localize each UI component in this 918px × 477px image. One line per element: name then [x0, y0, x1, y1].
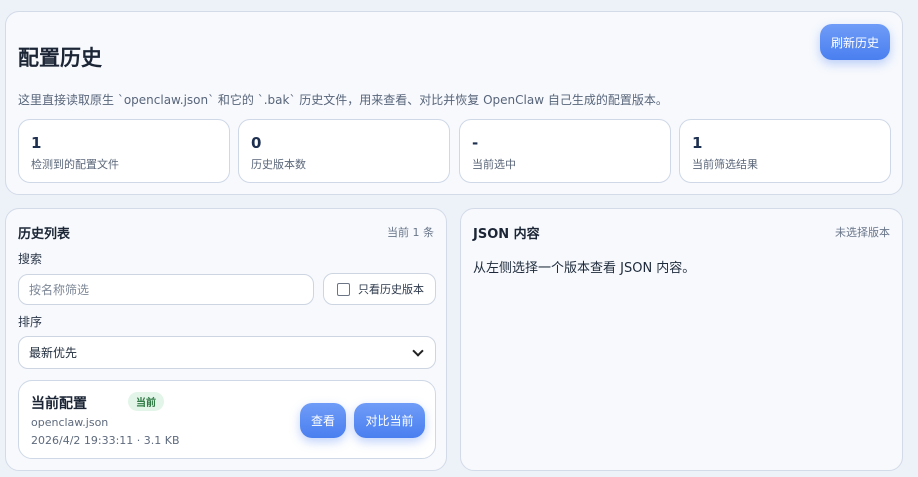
- json-panel-title: JSON 内容: [473, 227, 540, 242]
- stat-label: 历史版本数: [251, 158, 306, 171]
- stat-value: 1: [692, 134, 703, 152]
- history-list-panel: 历史列表 当前 1 条 搜索 只看历史版本 排序 最新优先 当前配置 当前 op…: [5, 208, 447, 471]
- item-meta: 2026/4/2 19:33:11 · 3.1 KB: [31, 434, 180, 447]
- stat-current-selection: - 当前选中: [459, 119, 671, 183]
- json-content-panel: JSON 内容 未选择版本 从左侧选择一个版本查看 JSON 内容。: [460, 208, 903, 471]
- page-description: 这里直接读取原生 `openclaw.json` 和它的 `.bak` 历史文件…: [18, 93, 668, 107]
- history-count: 当前 1 条: [387, 226, 434, 239]
- item-filename: openclaw.json: [31, 416, 109, 429]
- sort-label: 排序: [18, 315, 43, 329]
- stat-value: 0: [251, 134, 262, 152]
- checkbox[interactable]: [337, 282, 350, 296]
- chevron-down-icon: [412, 344, 424, 357]
- list-item: 当前配置 当前 openclaw.json 2026/4/2 19:33:11 …: [18, 380, 436, 459]
- stat-label: 当前筛选结果: [692, 158, 758, 171]
- stat-value: 1: [31, 134, 42, 152]
- search-input[interactable]: [18, 274, 314, 305]
- stat-label: 当前选中: [472, 158, 516, 171]
- json-empty-message: 从左侧选择一个版本查看 JSON 内容。: [473, 261, 696, 276]
- page-title: 配置历史: [18, 46, 102, 70]
- stat-filter-results: 1 当前筛选结果: [679, 119, 891, 183]
- sort-selected-value: 最新优先: [29, 346, 78, 360]
- only-history-label: 只看历史版本: [358, 283, 424, 296]
- compare-current-button[interactable]: 对比当前: [354, 403, 425, 438]
- json-panel-status: 未选择版本: [835, 226, 890, 239]
- sort-select[interactable]: 最新优先: [18, 336, 436, 369]
- refresh-history-button[interactable]: 刷新历史: [820, 24, 890, 60]
- stat-value: -: [472, 134, 479, 152]
- status-badge: 当前: [128, 392, 164, 411]
- item-title: 当前配置: [31, 396, 87, 412]
- stat-history-count: 0 历史版本数: [238, 119, 450, 183]
- config-history-header-card: 配置历史 刷新历史 这里直接读取原生 `openclaw.json` 和它的 `…: [5, 11, 903, 195]
- stat-config-files: 1 检测到的配置文件: [18, 119, 230, 183]
- stat-label: 检测到的配置文件: [31, 158, 119, 171]
- history-list-title: 历史列表: [18, 227, 71, 242]
- only-history-toggle[interactable]: 只看历史版本: [323, 273, 436, 305]
- view-button[interactable]: 查看: [300, 403, 346, 438]
- search-label: 搜索: [18, 252, 43, 266]
